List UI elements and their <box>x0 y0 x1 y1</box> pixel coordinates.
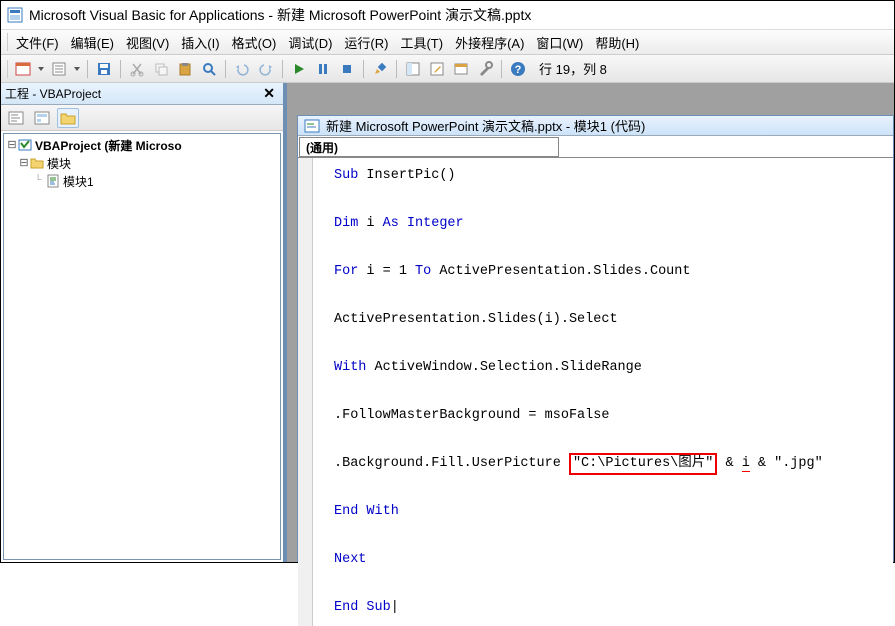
menu-view[interactable]: 视图(V) <box>120 30 175 55</box>
folder-icon[interactable] <box>57 108 79 128</box>
pause-icon[interactable] <box>312 58 334 80</box>
redo-icon[interactable] <box>255 58 277 80</box>
help-icon[interactable]: ? <box>507 58 529 80</box>
menu-help[interactable]: 帮助(H) <box>589 30 645 55</box>
toolbar: ? 行 19，列 8 <box>1 55 894 83</box>
copy-icon[interactable] <box>150 58 172 80</box>
insert-module-icon[interactable] <box>48 58 70 80</box>
menu-edit[interactable]: 编辑(E) <box>65 30 120 55</box>
menu-debug[interactable]: 调试(D) <box>282 30 338 55</box>
object-browser-icon[interactable] <box>450 58 472 80</box>
toolbox-icon[interactable] <box>474 58 496 80</box>
project-explorer-icon[interactable] <box>402 58 424 80</box>
view-object-icon[interactable] <box>31 108 53 128</box>
vba-app-icon <box>7 7 23 23</box>
undo-icon[interactable] <box>231 58 253 80</box>
properties-icon[interactable] <box>426 58 448 80</box>
tree-modules-label: 模块 <box>47 155 71 172</box>
folder-open-icon <box>30 156 44 170</box>
menu-insert[interactable]: 插入(I) <box>175 30 225 55</box>
tree-root[interactable]: ⊟ VBAProject (新建 Microso <box>6 136 278 154</box>
tree-modules-folder[interactable]: ⊟ 模块 <box>6 154 278 172</box>
svg-text:?: ? <box>515 64 522 76</box>
menu-tools[interactable]: 工具(T) <box>394 30 449 55</box>
stop-icon[interactable] <box>336 58 358 80</box>
vba-project-icon <box>18 138 32 152</box>
code-window-icon <box>304 118 320 134</box>
find-icon[interactable] <box>198 58 220 80</box>
design-mode-icon[interactable] <box>369 58 391 80</box>
project-panel-toolbar <box>1 105 283 131</box>
mdi-area: 新建 Microsoft PowerPoint 演示文稿.pptx - 模块1 … <box>287 83 894 562</box>
dropdown-arrow-icon[interactable] <box>36 58 46 80</box>
menu-format[interactable]: 格式(O) <box>226 30 283 55</box>
module-icon <box>46 174 60 188</box>
highlighted-path: "C:\Pictures\图片" <box>569 453 717 475</box>
code-window-title: 新建 Microsoft PowerPoint 演示文稿.pptx - 模块1 … <box>326 116 645 135</box>
code-dropdowns: (通用) <box>298 136 893 158</box>
cut-icon[interactable] <box>126 58 148 80</box>
menu-window[interactable]: 窗口(W) <box>530 30 589 55</box>
code-window: 新建 Microsoft PowerPoint 演示文稿.pptx - 模块1 … <box>297 115 894 562</box>
project-explorer-panel: 工程 - VBAProject ✕ ⊟ VBAProject (新建 Micro… <box>1 83 287 562</box>
tree-module1-label: 模块1 <box>63 173 94 190</box>
project-panel-title: 工程 - VBAProject <box>5 85 101 102</box>
cursor-position: 行 19，列 8 <box>539 59 607 78</box>
view-code-icon[interactable] <box>5 108 27 128</box>
project-tree[interactable]: ⊟ VBAProject (新建 Microso ⊟ 模块 └ 模块1 <box>3 133 281 560</box>
window-title: Microsoft Visual Basic for Applications … <box>29 5 531 25</box>
paste-icon[interactable] <box>174 58 196 80</box>
tree-root-label: VBAProject (新建 Microso <box>35 137 182 154</box>
menu-addins[interactable]: 外接程序(A) <box>449 30 530 55</box>
menu-run[interactable]: 运行(R) <box>338 30 394 55</box>
save-icon[interactable] <box>93 58 115 80</box>
panel-close-icon[interactable]: ✕ <box>259 85 279 102</box>
dropdown-arrow-icon[interactable] <box>72 58 82 80</box>
run-icon[interactable] <box>288 58 310 80</box>
window-titlebar: Microsoft Visual Basic for Applications … <box>1 1 894 29</box>
menu-file[interactable]: 文件(F) <box>10 30 65 55</box>
code-editor[interactable]: Sub InsertPic() Dim i As Integer For i =… <box>298 158 893 626</box>
project-panel-header: 工程 - VBAProject ✕ <box>1 83 283 105</box>
code-window-titlebar[interactable]: 新建 Microsoft PowerPoint 演示文稿.pptx - 模块1 … <box>298 116 893 136</box>
menubar: 文件(F) 编辑(E) 视图(V) 插入(I) 格式(O) 调试(D) 运行(R… <box>1 29 894 55</box>
object-dropdown[interactable]: (通用) <box>299 137 559 157</box>
tree-module1[interactable]: └ 模块1 <box>6 172 278 190</box>
view-powerpoint-icon[interactable] <box>12 58 34 80</box>
